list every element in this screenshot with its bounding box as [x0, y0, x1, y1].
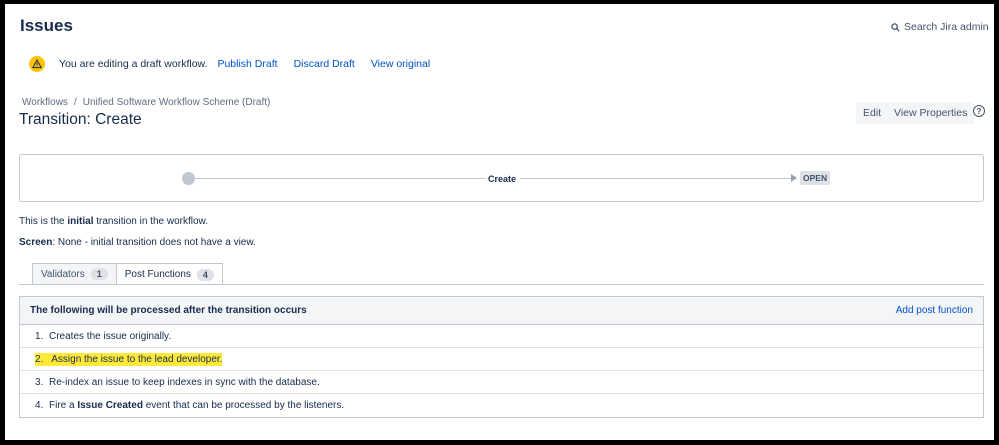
screen-value: : None - initial transition does not hav…	[52, 237, 256, 248]
tab-post-functions[interactable]: Post Functions 4	[116, 263, 223, 285]
row-text: Assign the issue to the lead developer.	[51, 353, 223, 365]
breadcrumb-separator: /	[73, 97, 77, 108]
view-properties-button[interactable]: View Properties	[887, 102, 975, 124]
transition-diagram: Create OPEN	[19, 154, 984, 202]
row-text: Re-index an issue to keep indexes in syn…	[49, 376, 320, 388]
table-row: 2. Assign the issue to the lead develope…	[20, 348, 983, 371]
highlighted-row-content: 2. Assign the issue to the lead develope…	[35, 352, 223, 366]
transition-line-right	[520, 178, 792, 179]
info-prefix: This is the	[19, 216, 68, 227]
row-text-post: event that can be processed by the liste…	[142, 400, 345, 411]
tab-bar: Validators 1 Post Functions 4	[32, 263, 223, 285]
transition-title: Transition: Create	[19, 111, 142, 128]
discard-draft-link[interactable]: Discard Draft	[294, 58, 355, 70]
screen-label: Screen	[19, 237, 53, 248]
row-text-pre: Fire a	[49, 400, 78, 411]
search-jira-admin-link[interactable]: Search Jira admin	[891, 21, 989, 33]
breadcrumb-workflows[interactable]: Workflows	[22, 97, 68, 108]
table-row: 1. Creates the issue originally.	[20, 325, 983, 348]
row-text: Creates the issue originally.	[49, 330, 172, 342]
post-functions-table: The following will be processed after th…	[19, 296, 984, 418]
page-title: Issues	[20, 16, 73, 35]
search-icon	[891, 22, 900, 32]
start-node	[182, 172, 195, 185]
tab-validators-count: 1	[90, 268, 108, 280]
info-suffix: transition in the workflow.	[93, 216, 208, 227]
tab-validators-label: Validators	[41, 268, 85, 280]
breadcrumb: Workflows / Unified Software Workflow Sc…	[22, 97, 270, 108]
status-open: OPEN	[800, 171, 831, 185]
view-original-link[interactable]: View original	[371, 58, 430, 70]
draft-banner-text: You are editing a draft workflow.	[59, 58, 208, 70]
post-functions-header: The following will be processed after th…	[20, 297, 983, 325]
search-label: Search Jira admin	[904, 21, 989, 33]
info-emphasis: initial	[67, 216, 94, 227]
row-number: 3.	[35, 376, 44, 388]
arrow-icon	[791, 174, 797, 182]
draft-banner: You are editing a draft workflow. Publis…	[29, 56, 446, 72]
row-text-bold: Issue Created	[77, 400, 143, 411]
row-number: 1.	[35, 330, 44, 342]
tab-validators[interactable]: Validators 1	[32, 263, 117, 284]
add-post-function-link[interactable]: Add post function	[896, 305, 973, 316]
admin-page: Issues Search Jira admin You are editing…	[5, 4, 994, 440]
post-functions-heading: The following will be processed after th…	[30, 305, 307, 316]
tab-divider	[19, 284, 984, 285]
screen-info: Screen: None - initial transition does n…	[19, 237, 256, 248]
transition-line-left	[195, 178, 485, 179]
row-number: 4.	[35, 400, 44, 411]
breadcrumb-scheme[interactable]: Unified Software Workflow Scheme (Draft)	[83, 97, 271, 108]
table-row: 4. Fire a Issue Created event that can b…	[20, 394, 983, 417]
help-icon[interactable]: ?	[973, 105, 985, 117]
transition-label: Create	[488, 174, 517, 184]
edit-button[interactable]: Edit	[856, 102, 889, 124]
tab-post-functions-count: 4	[196, 268, 214, 281]
row-text: Fire a Issue Created event that can be p…	[49, 400, 344, 411]
publish-draft-link[interactable]: Publish Draft	[217, 58, 277, 70]
tab-post-functions-label: Post Functions	[124, 269, 191, 280]
transition-info: This is the initial transition in the wo…	[19, 216, 208, 227]
table-row: 3. Re-index an issue to keep indexes in …	[20, 371, 983, 394]
warning-icon	[29, 56, 45, 72]
row-number: 2.	[35, 353, 44, 365]
